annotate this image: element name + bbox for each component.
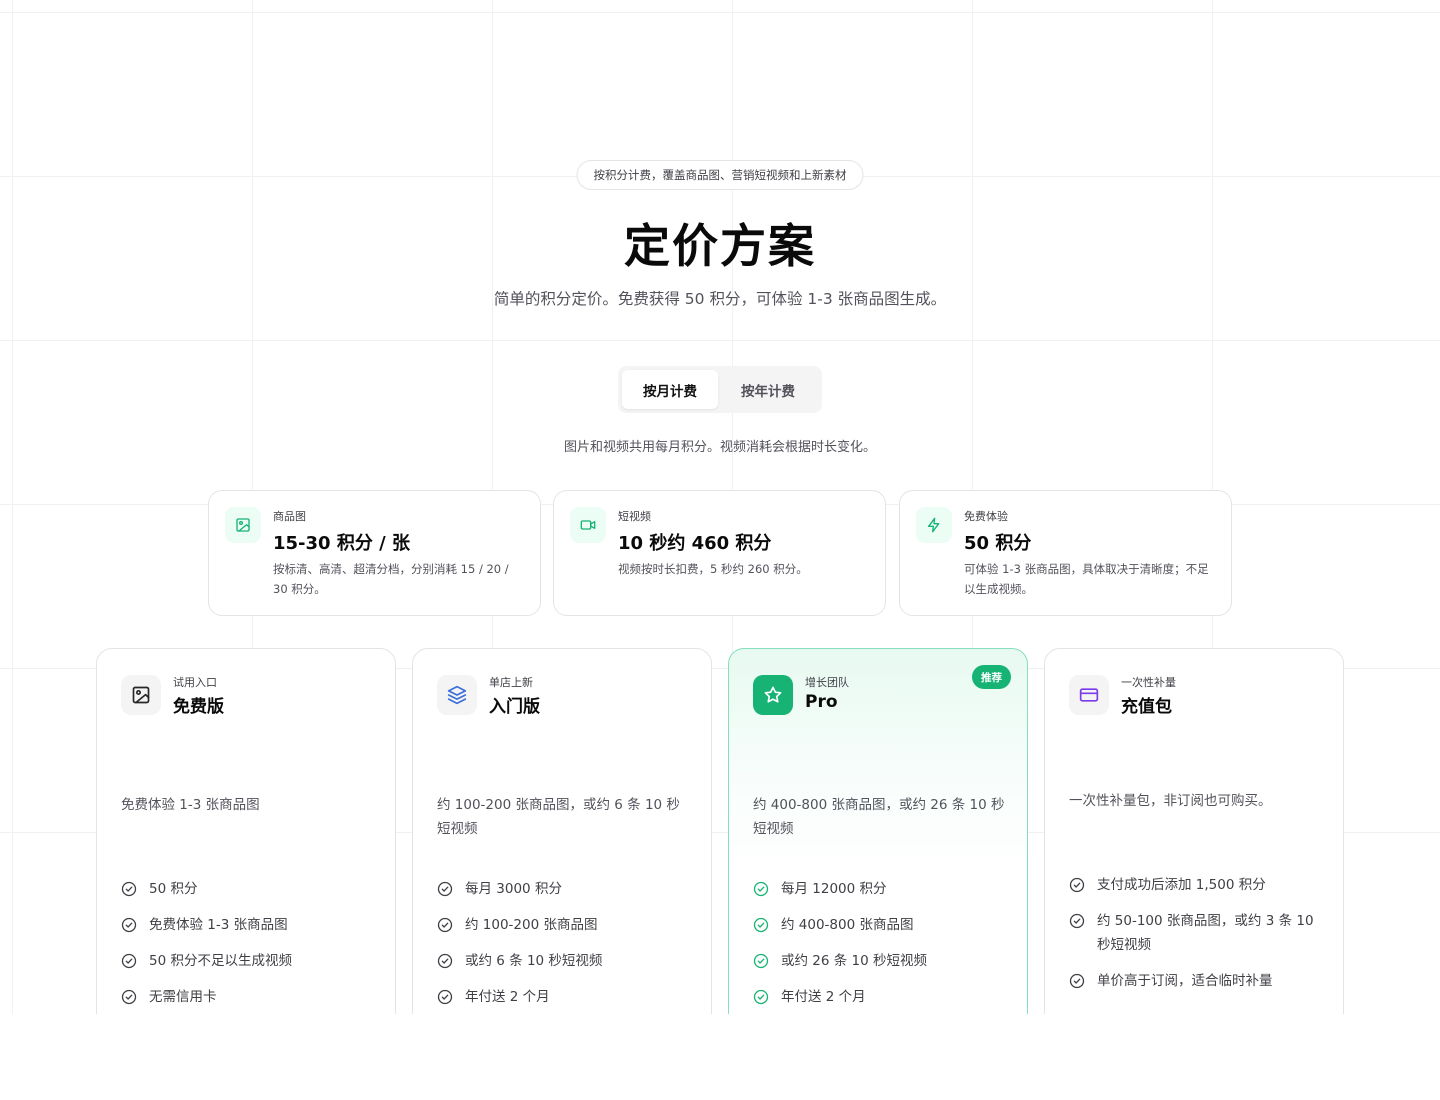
plan-tag: 增长团队 <box>805 676 849 689</box>
feature-list: 50 积分 免费体验 1-3 张商品图 50 积分不足以生成视频 无需信用卡 <box>121 877 377 1014</box>
feature-text: 50 积分不足以生成视频 <box>149 953 292 969</box>
check-circle-icon <box>753 989 769 1005</box>
feature-item: 年付送 2 个月 <box>753 985 1009 1009</box>
credit-card-icon <box>1069 675 1109 715</box>
feature-text: 或约 26 条 10 秒短视频 <box>781 953 928 969</box>
check-circle-icon <box>121 953 137 969</box>
check-circle-icon <box>1069 877 1085 893</box>
feature-item: 每月 3000 积分 <box>437 877 693 901</box>
feature-text: 每月 3000 积分 <box>465 881 562 897</box>
yearly-billing-tab[interactable]: 按年计费 <box>720 370 816 409</box>
info-label: 免费体验 <box>964 510 1008 523</box>
plan-card-pro: 增长团队 Pro 推荐 约 400-800 张商品图，或约 26 条 10 秒短… <box>728 648 1028 1014</box>
feature-list: 支付成功后添加 1,500 积分 约 50-100 张商品图，或约 3 条 10… <box>1069 873 1325 1005</box>
monthly-billing-tab[interactable]: 按月计费 <box>622 370 718 409</box>
feature-item: 约 400-800 张商品图 <box>753 913 1009 937</box>
plan-name: 入门版 <box>489 697 540 717</box>
info-desc: 可体验 1-3 张商品图，具体取决于清晰度；不足以生成视频。 <box>964 562 1209 596</box>
plan-description: 约 400-800 张商品图，或约 26 条 10 秒短视频 <box>753 797 1005 837</box>
info-card-image: 商品图 15-30 积分 / 张 按标清、高清、超清分档，分别消耗 15 / 2… <box>208 490 541 616</box>
check-circle-icon <box>437 989 453 1005</box>
pricing-page: 按积分计费，覆盖商品图、营销短视频和上新素材 定价方案 简单的积分定价。免费获得… <box>0 0 1440 1100</box>
feature-item: 50 积分不足以生成视频 <box>121 949 377 973</box>
plan-card-starter: 单店上新 入门版 约 100-200 张商品图，或约 6 条 10 秒短视频 每… <box>412 648 712 1014</box>
feature-item: 年付送 2 个月 <box>437 985 693 1009</box>
check-circle-icon <box>753 917 769 933</box>
feature-text: 年付送 2 个月 <box>781 989 866 1005</box>
check-circle-icon <box>1069 913 1085 929</box>
feature-item: 每月 12000 积分 <box>753 877 1009 901</box>
feature-item: 无需信用卡 <box>121 985 377 1009</box>
plan-tag: 单店上新 <box>489 676 533 689</box>
feature-item: 支付成功后添加 1,500 积分 <box>1069 873 1325 897</box>
feature-text: 约 100-200 张商品图 <box>465 917 598 933</box>
plan-card-free: 试用入口 免费版 免费体验 1-3 张商品图 50 积分 免费体验 1-3 张商… <box>96 648 396 1014</box>
info-desc: 视频按时长扣费，5 秒约 260 积分。 <box>618 562 808 576</box>
feature-list: 每月 12000 积分 约 400-800 张商品图 或约 26 条 10 秒短… <box>753 877 1009 1014</box>
check-circle-icon <box>437 953 453 969</box>
check-circle-icon <box>121 917 137 933</box>
plan-description: 一次性补量包，非订阅也可购买。 <box>1069 793 1272 809</box>
feature-item: 约 100-200 张商品图 <box>437 913 693 937</box>
recommended-badge: 推荐 <box>972 665 1011 689</box>
check-circle-icon <box>121 989 137 1005</box>
page-subtitle: 简单的积分定价。免费获得 50 积分，可体验 1-3 张商品图生成。 <box>493 290 947 308</box>
feature-text: 50 积分 <box>149 881 198 897</box>
check-circle-icon <box>121 881 137 897</box>
image-icon <box>121 675 161 715</box>
plan-tag: 试用入口 <box>173 676 217 689</box>
feature-text: 支付成功后添加 1,500 积分 <box>1097 877 1266 893</box>
plan-name: 充值包 <box>1121 697 1172 717</box>
feature-item: 50 积分 <box>121 877 377 901</box>
billing-toggle: 按月计费 按年计费 <box>618 366 822 413</box>
lightning-icon <box>916 507 952 543</box>
page-title: 定价方案 <box>624 219 816 273</box>
video-icon <box>570 507 606 543</box>
star-icon <box>753 675 793 715</box>
plan-description: 免费体验 1-3 张商品图 <box>121 797 260 813</box>
feature-item: 单价高于订阅，适合临时补量 <box>1069 969 1325 993</box>
feature-item: 或约 26 条 10 秒短视频 <box>753 949 1009 973</box>
check-circle-icon <box>753 953 769 969</box>
feature-item: 免费体验 1-3 张商品图 <box>121 913 377 937</box>
plan-card-topup: 一次性补量 充值包 一次性补量包，非订阅也可购买。 支付成功后添加 1,500 … <box>1044 648 1344 1014</box>
feature-text: 免费体验 1-3 张商品图 <box>149 917 288 933</box>
check-circle-icon <box>753 881 769 897</box>
feature-list: 每月 3000 积分 约 100-200 张商品图 或约 6 条 10 秒短视频… <box>437 877 693 1014</box>
plan-description: 约 100-200 张商品图，或约 6 条 10 秒短视频 <box>437 797 680 837</box>
plan-name: Pro <box>805 692 838 712</box>
info-desc: 按标清、高清、超清分档，分别消耗 15 / 20 / 30 积分。 <box>273 562 509 596</box>
plan-tag: 一次性补量 <box>1121 676 1176 689</box>
image-icon <box>225 507 261 543</box>
info-value: 10 秒约 460 积分 <box>618 533 772 554</box>
feature-text: 或约 6 条 10 秒短视频 <box>465 953 603 969</box>
tagline-pill: 按积分计费，覆盖商品图、营销短视频和上新素材 <box>576 160 864 190</box>
info-card-free-trial: 免费体验 50 积分 可体验 1-3 张商品图，具体取决于清晰度；不足以生成视频… <box>899 490 1232 616</box>
feature-text: 单价高于订阅，适合临时补量 <box>1097 973 1273 989</box>
feature-item: 约 50-100 张商品图，或约 3 条 10 秒短视频 <box>1069 909 1325 957</box>
layers-icon <box>437 675 477 715</box>
info-value: 50 积分 <box>964 533 1032 554</box>
feature-text: 年付送 2 个月 <box>465 989 550 1005</box>
feature-item: 或约 6 条 10 秒短视频 <box>437 949 693 973</box>
credits-note: 图片和视频共用每月积分。视频消耗会根据时长变化。 <box>563 440 876 455</box>
info-card-video: 短视频 10 秒约 460 积分 视频按时长扣费，5 秒约 260 积分。 <box>553 490 886 616</box>
feature-text: 每月 12000 积分 <box>781 881 887 897</box>
check-circle-icon <box>437 881 453 897</box>
info-label: 短视频 <box>618 510 651 523</box>
feature-text: 约 400-800 张商品图 <box>781 917 914 933</box>
check-circle-icon <box>1069 973 1085 989</box>
plan-name: 免费版 <box>173 697 224 717</box>
info-value: 15-30 积分 / 张 <box>273 533 410 554</box>
info-label: 商品图 <box>273 510 306 523</box>
check-circle-icon <box>437 917 453 933</box>
feature-text: 约 50-100 张商品图，或约 3 条 10 秒短视频 <box>1097 913 1314 953</box>
feature-text: 无需信用卡 <box>149 989 217 1005</box>
